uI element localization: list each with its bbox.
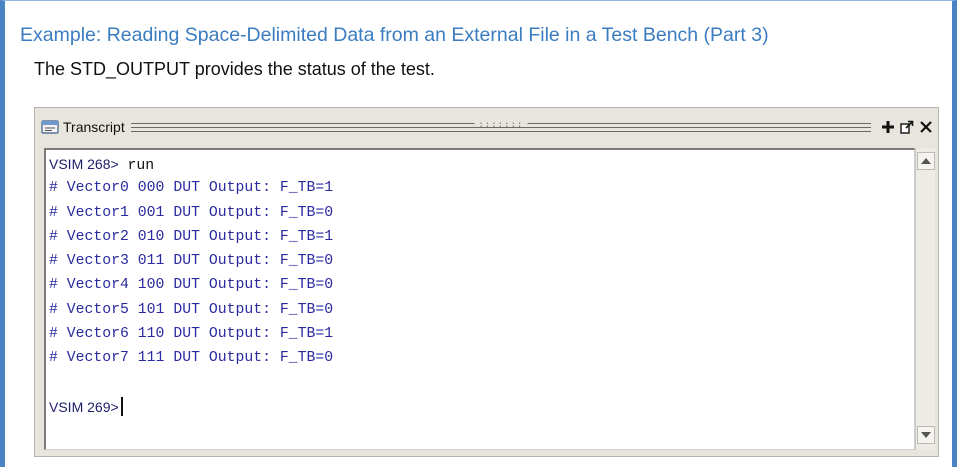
- output-line: # Vector5 101 DUT Output: F_TB=0: [49, 301, 334, 318]
- command-text: run: [118, 158, 155, 174]
- text-cursor: [120, 396, 123, 416]
- grip-dots: :::::::: [474, 119, 528, 130]
- output-line: # Vector4 100 DUT Output: F_TB=0: [49, 277, 334, 294]
- transcript-icon: [39, 119, 61, 135]
- drag-grip[interactable]: :::::::: [130, 119, 872, 132]
- transcript-window: Transcript ::::::: VSIM 268> run # Vecto…: [34, 107, 939, 457]
- scroll-up-button[interactable]: [917, 152, 935, 170]
- output-line: # Vector3 011 DUT Output: F_TB=0: [49, 253, 334, 270]
- prompt-label: VSIM 269>: [49, 398, 119, 415]
- output-line: # Vector7 111 DUT Output: F_TB=0: [49, 350, 334, 367]
- output-line: # Vector2 010 DUT Output: F_TB=1: [49, 228, 334, 245]
- undock-icon[interactable]: [899, 119, 915, 135]
- vertical-scrollbar[interactable]: [915, 148, 935, 450]
- output-line: # Vector6 110 DUT Output: F_TB=1: [49, 326, 334, 343]
- output-line: # Vector0 000 DUT Output: F_TB=1: [49, 180, 334, 197]
- command-line: VSIM 268> run: [49, 152, 914, 176]
- prompt-label: VSIM 268>: [49, 156, 119, 172]
- slide-title: Example: Reading Space-Delimited Data fr…: [20, 24, 769, 46]
- transcript-console[interactable]: VSIM 268> run # Vector0 000 DUT Output: …: [44, 148, 915, 450]
- close-icon[interactable]: [918, 119, 934, 135]
- input-line[interactable]: VSIM 269>: [49, 395, 914, 419]
- window-titlebar[interactable]: Transcript :::::::: [39, 117, 934, 137]
- add-icon[interactable]: [880, 119, 896, 135]
- scroll-down-button[interactable]: [917, 426, 935, 444]
- chevron-down-icon: [921, 432, 931, 438]
- output-line: # Vector1 001 DUT Output: F_TB=0: [49, 204, 334, 221]
- window-title: Transcript: [63, 119, 125, 135]
- slide-subtitle: The STD_OUTPUT provides the status of th…: [34, 59, 435, 79]
- chevron-up-icon: [921, 158, 931, 164]
